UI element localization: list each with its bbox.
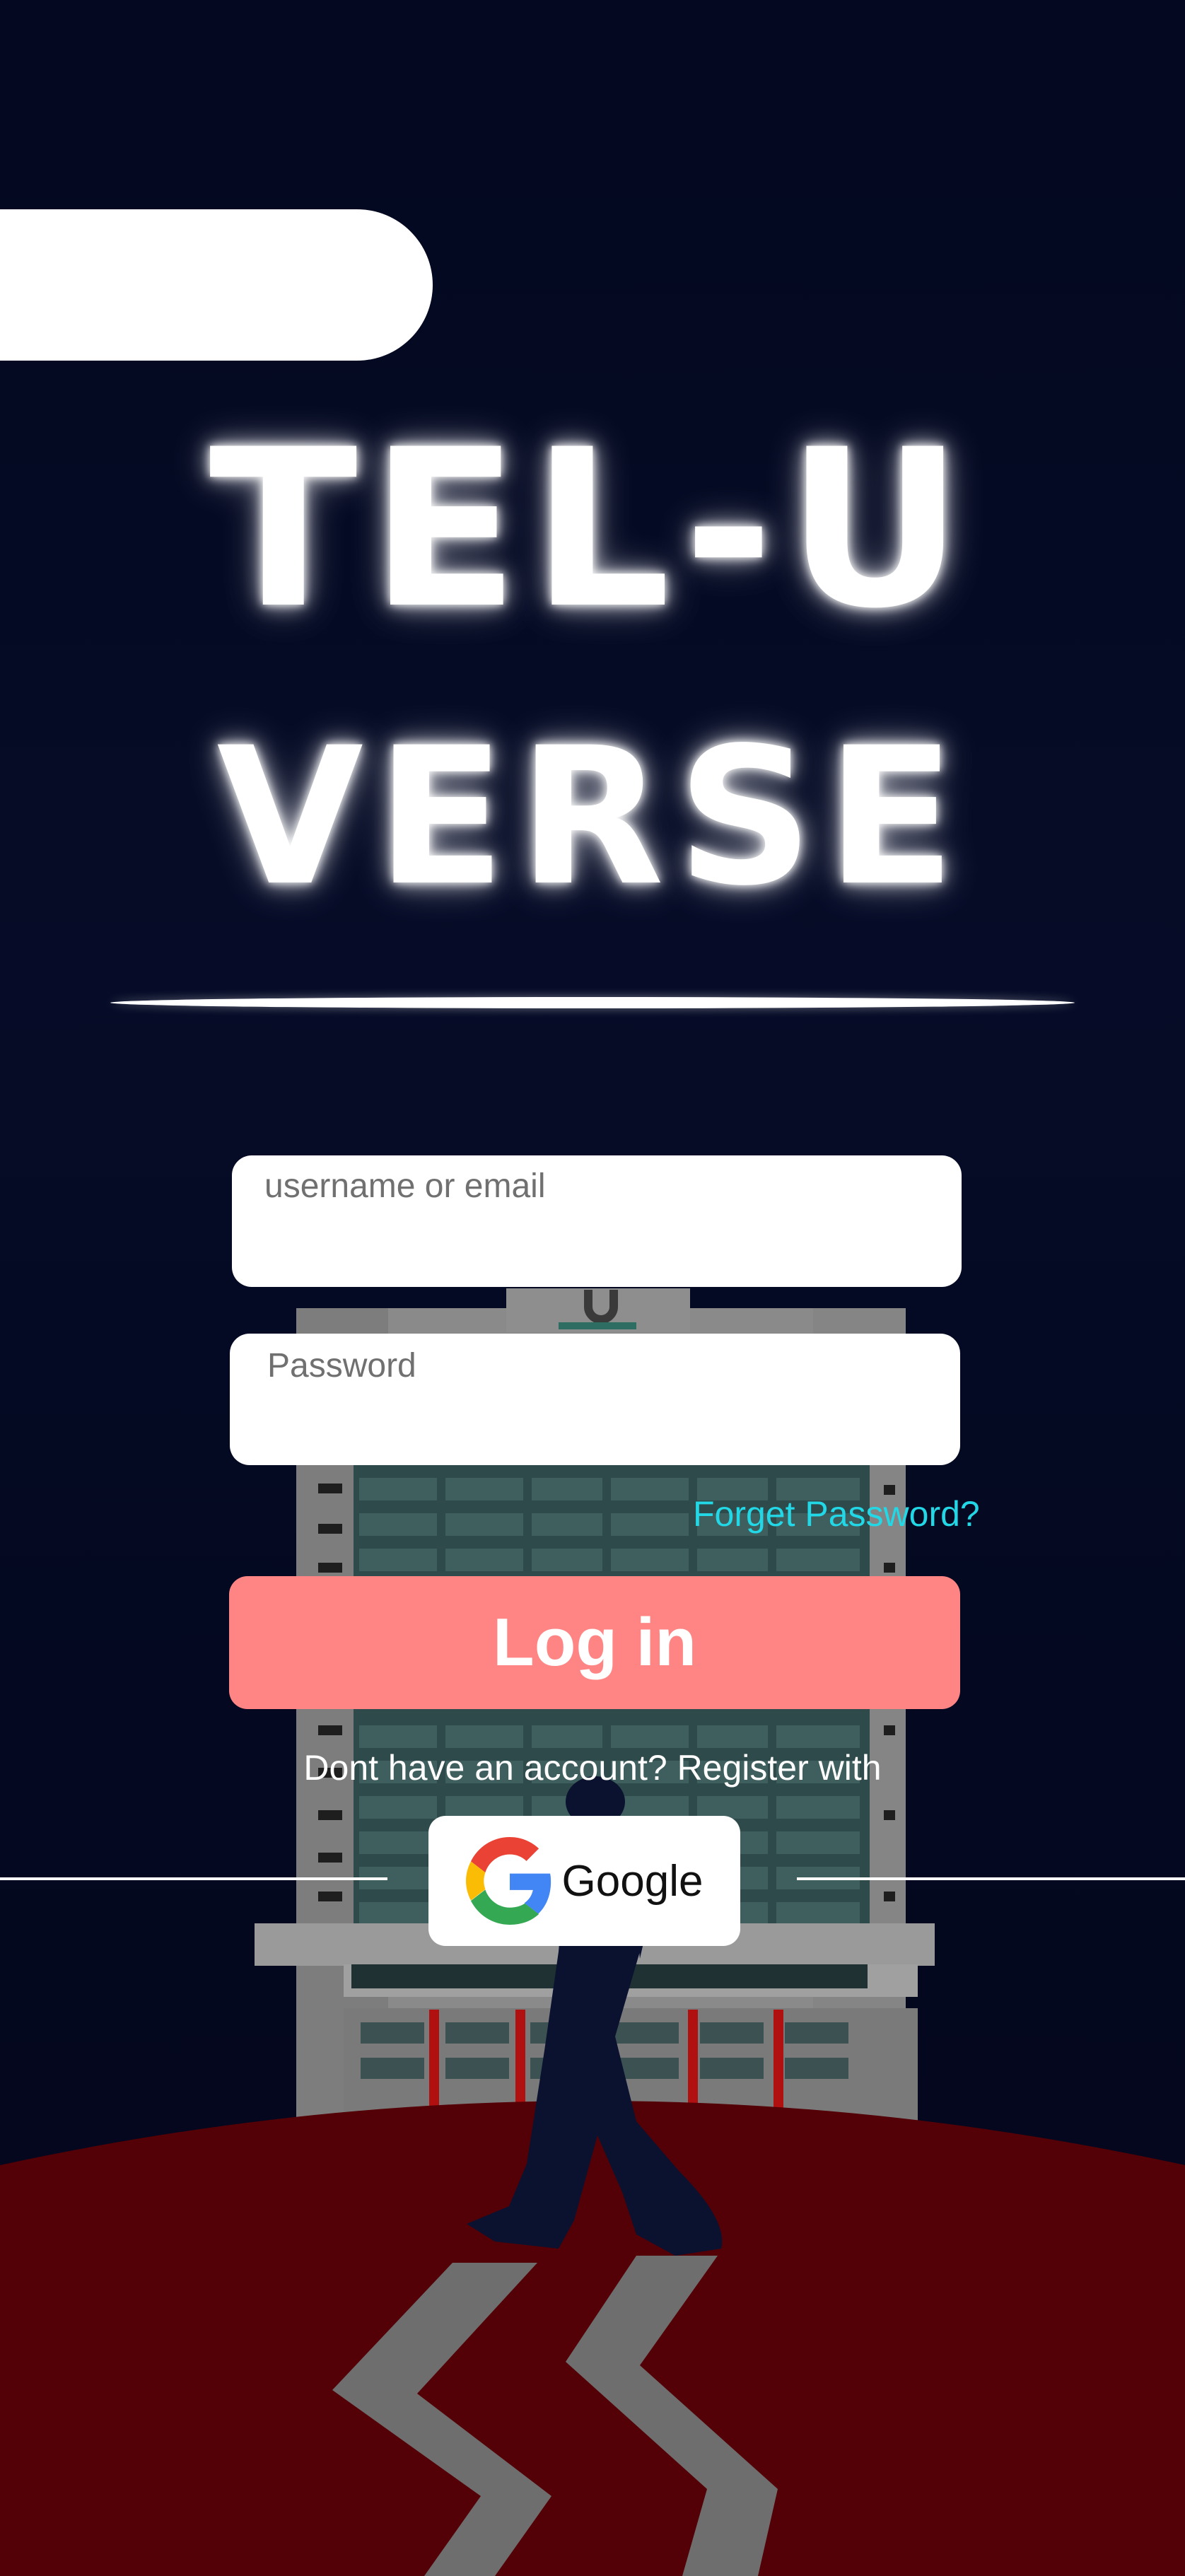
google-login-button[interactable]: Google: [428, 1816, 740, 1946]
username-input[interactable]: [232, 1155, 962, 1287]
register-prompt: Dont have an account? Register with: [303, 1748, 882, 1788]
forget-password-link[interactable]: Forget Password?: [693, 1493, 980, 1534]
logo-underline: [110, 997, 1075, 1008]
divider-right: [797, 1877, 1185, 1880]
background-illustration: [0, 1288, 1185, 2576]
app-logo-title: TEL-U: [209, 402, 976, 656]
divider-left: [0, 1877, 387, 1880]
back-pill-button[interactable]: [0, 209, 433, 361]
app-logo-subtitle: VERSE: [216, 707, 969, 928]
login-screen: TEL-U VERSE username or email Password F…: [0, 0, 1185, 2576]
login-button[interactable]: Log in: [229, 1576, 960, 1709]
google-label: Google: [561, 1856, 704, 1906]
google-g-icon: [465, 1837, 551, 1925]
password-input[interactable]: [230, 1334, 960, 1465]
